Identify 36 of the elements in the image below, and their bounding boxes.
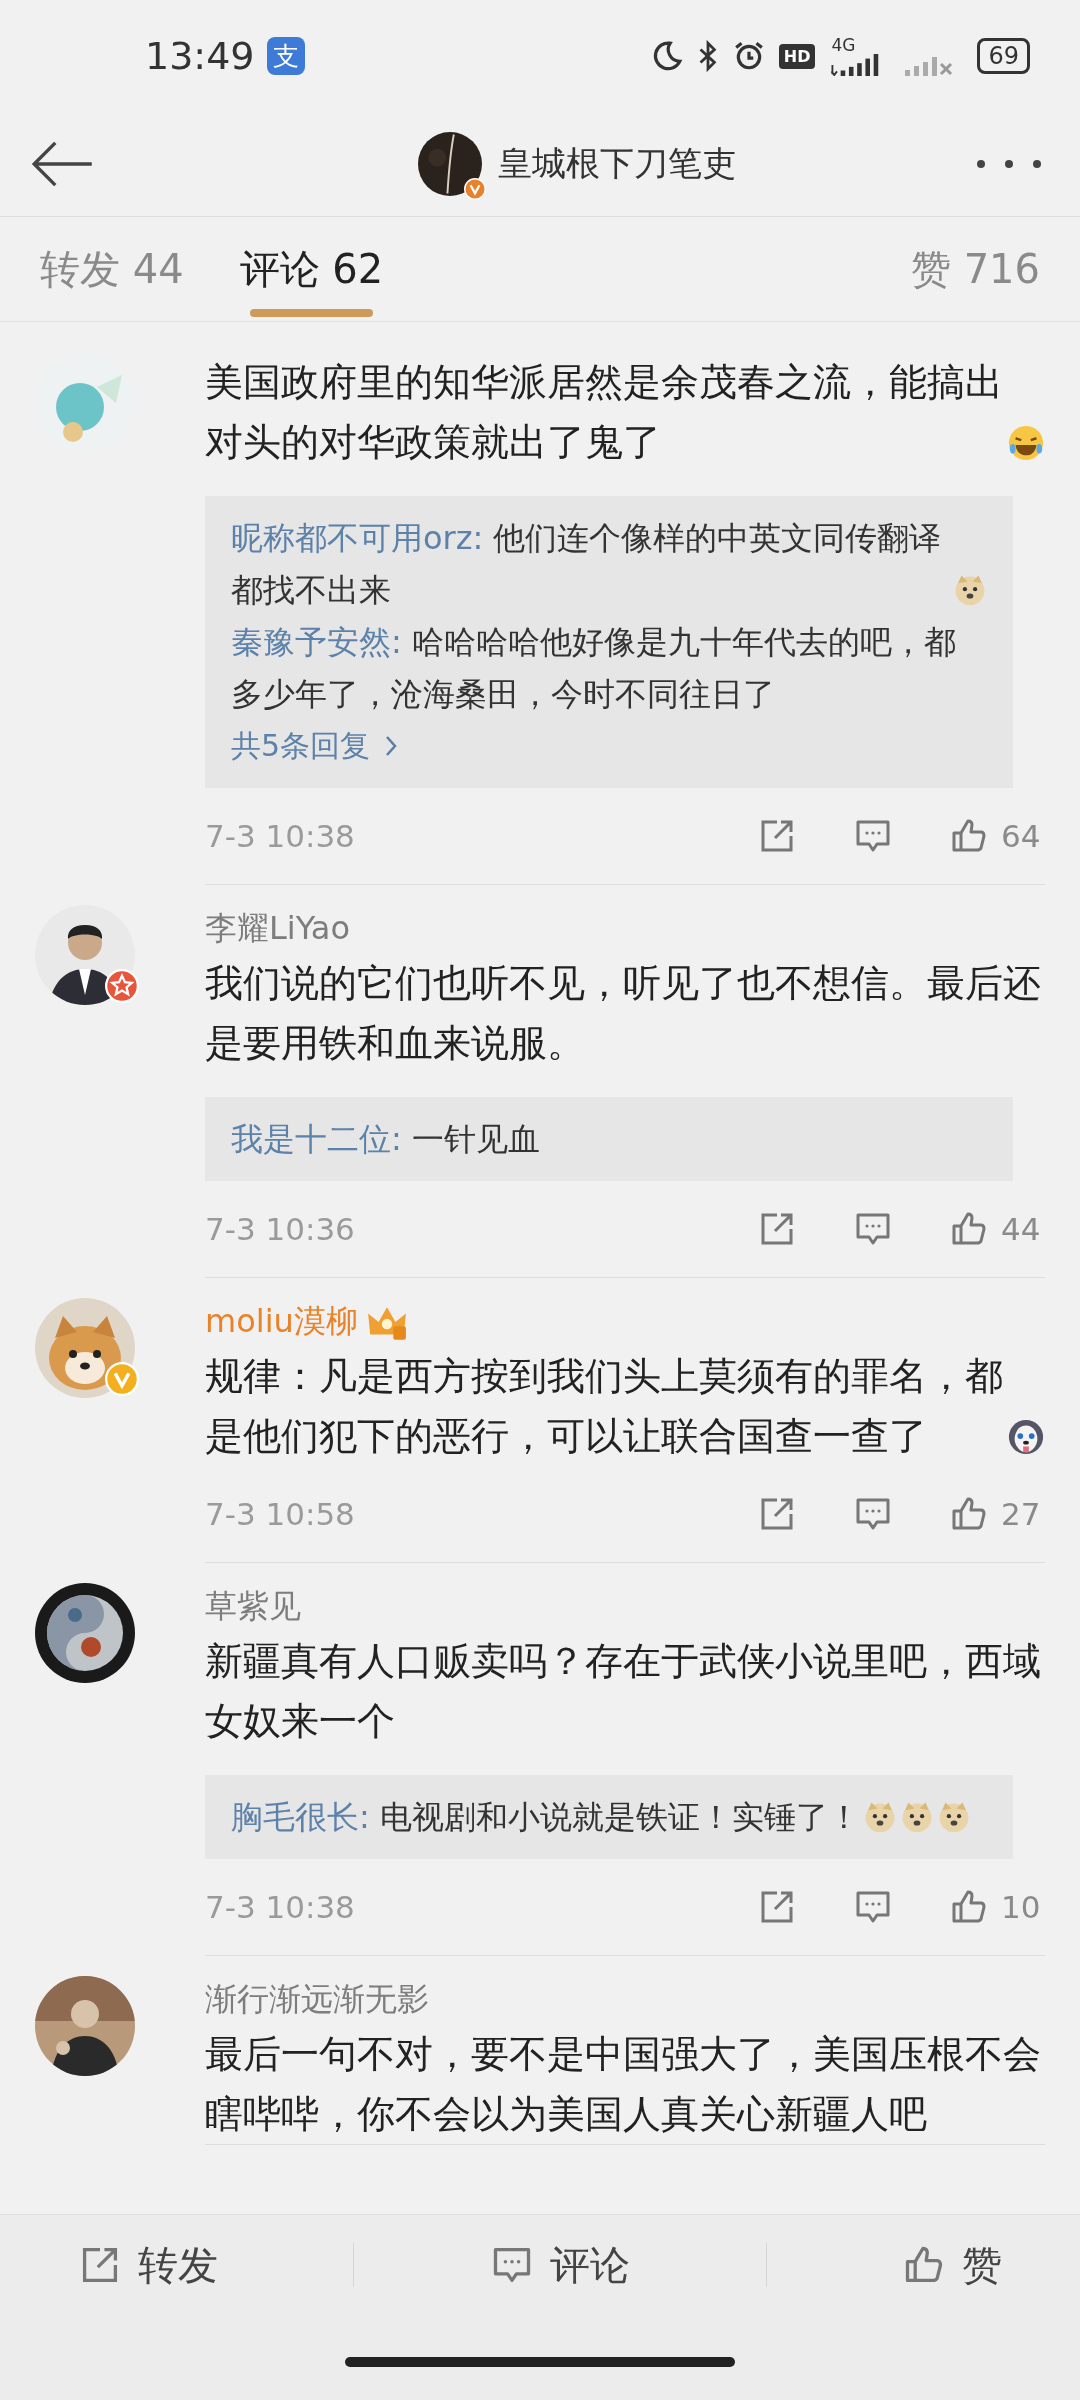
clock-time: 13:49 xyxy=(145,34,255,78)
comment-text: 美国政府里的知华派居然是余茂春之流，能搞出对头的对华政策就出了鬼了 xyxy=(205,359,1004,466)
more-replies-link[interactable]: 共5条回复 xyxy=(231,720,399,772)
timestamp: 7-3 10:58 xyxy=(205,1496,355,1532)
user-name[interactable]: moliu漠柳 xyxy=(205,1300,358,1344)
hd-badge: HD xyxy=(778,43,816,69)
timestamp: 7-3 10:36 xyxy=(205,1211,355,1247)
user-name[interactable]: 草紫见 xyxy=(205,1585,301,1629)
action-button[interactable]: 赞 xyxy=(882,2227,1023,2303)
user-name[interactable]: 渐行渐远渐无影 xyxy=(205,1978,429,2022)
timestamp: 7-3 10:38 xyxy=(205,1889,355,1925)
battery-indicator: 69 xyxy=(977,38,1030,74)
comment-text: 我们说的它们也听不见，听见了也不想信。最后还是要用铁和血来说服。 xyxy=(205,960,1042,1067)
chevron-icon xyxy=(384,734,399,758)
tab[interactable]: 赞 716 xyxy=(910,217,1040,321)
action-button[interactable]: 评论 xyxy=(470,2227,650,2303)
like-count: 27 xyxy=(1001,1496,1042,1532)
alarm-icon xyxy=(732,40,765,72)
reply-text: 昵称都不可用orz: 他们连个像样的中英文同传翻译都找不出来 xyxy=(231,518,943,611)
like-count: 44 xyxy=(1001,1211,1042,1247)
user-name[interactable]: 李耀LiYao xyxy=(205,907,351,951)
tab[interactable]: 评论 62 xyxy=(239,217,384,321)
action-button[interactable]: 转发 xyxy=(57,2227,238,2303)
timestamp: 7-3 10:38 xyxy=(205,818,355,854)
network-label: 4G xyxy=(831,36,856,54)
comment-text: 规律：凡是西方按到我们头上莫须有的罪名，都是他们犯下的恶行，可以让联合国查一查了 xyxy=(205,1353,1004,1460)
app-notification-badge: 支 xyxy=(266,37,305,75)
tab[interactable]: 转发 44 xyxy=(40,217,184,321)
comment-text: 最后一句不对，要不是中国强大了，美国压根不会瞎哔哔，你不会以为美国人真关心新疆人吧 xyxy=(205,2031,1042,2138)
like-count: 10 xyxy=(1001,1889,1042,1925)
like-count: 64 xyxy=(1001,818,1042,854)
reply-text: 秦豫予安然: 哈哈哈哈他好像是九十年代去的吧，都多少年了，沧海桑田，今时不同往日了 xyxy=(231,622,957,715)
reply-text: 胸毛很长: 电视剧和小说就是铁证！实锤了！ xyxy=(231,1797,860,1838)
comment-text: 新疆真有人口贩卖吗？存在于武侠小说里吧，西域女奴来一个 xyxy=(205,1638,1042,1745)
reply-text: 我是十二位: 一针见血 xyxy=(231,1119,540,1160)
account-name: 皇城根下刀笔吏 xyxy=(498,142,736,185)
